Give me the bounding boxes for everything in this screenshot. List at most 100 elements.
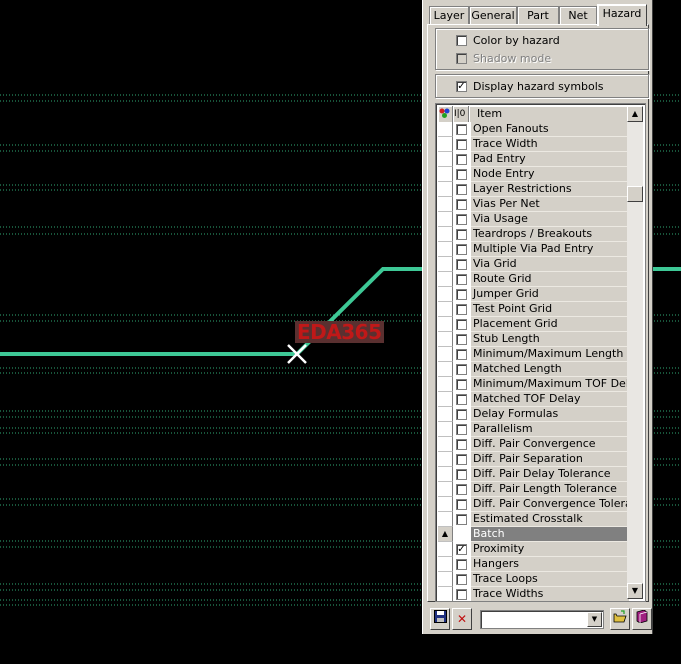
- color-swatch[interactable]: [438, 512, 453, 527]
- list-item-checkbox[interactable]: [456, 379, 467, 390]
- list-scrollbar[interactable]: ▲ ▼: [627, 106, 643, 599]
- list-item[interactable]: Node Entry: [438, 167, 629, 182]
- list-item-checkbox[interactable]: [456, 364, 467, 375]
- list-item-checkbox[interactable]: [456, 124, 467, 135]
- color-swatch[interactable]: [438, 437, 453, 452]
- tab-hazard[interactable]: Hazard: [597, 4, 647, 26]
- list-item-checkbox[interactable]: [456, 394, 467, 405]
- color-swatch[interactable]: [438, 332, 453, 347]
- list-item[interactable]: Pad Entry: [438, 152, 629, 167]
- color-swatch[interactable]: [438, 152, 453, 167]
- list-item[interactable]: Layer Restrictions: [438, 182, 629, 197]
- list-item[interactable]: Hangers: [438, 557, 629, 572]
- list-item-checkbox[interactable]: [456, 199, 467, 210]
- list-item[interactable]: Stub Length: [438, 332, 629, 347]
- list-item-checkbox[interactable]: [456, 169, 467, 180]
- color-swatch[interactable]: [438, 587, 453, 601]
- list-item-checkbox[interactable]: [456, 139, 467, 150]
- color-icon[interactable]: [438, 106, 453, 122]
- book-button[interactable]: [632, 608, 652, 630]
- color-swatch[interactable]: [438, 572, 453, 587]
- list-item[interactable]: Diff. Pair Delay Tolerance: [438, 467, 629, 482]
- color-swatch[interactable]: [438, 167, 453, 182]
- list-item-checkbox[interactable]: [456, 229, 467, 240]
- color-swatch[interactable]: [438, 452, 453, 467]
- list-item-checkbox[interactable]: [456, 289, 467, 300]
- color-swatch[interactable]: [438, 542, 453, 557]
- list-item-checkbox[interactable]: [456, 514, 467, 525]
- list-item[interactable]: Jumper Grid: [438, 287, 629, 302]
- list-item[interactable]: Placement Grid: [438, 317, 629, 332]
- color-swatch[interactable]: [438, 227, 453, 242]
- list-item[interactable]: Multiple Via Pad Entry: [438, 242, 629, 257]
- tab-layer[interactable]: Layer: [429, 6, 469, 24]
- color-swatch[interactable]: [438, 392, 453, 407]
- list-item[interactable]: Diff. Pair Length Tolerance: [438, 482, 629, 497]
- list-item[interactable]: Estimated Crosstalk: [438, 512, 629, 527]
- color-by-hazard-checkbox[interactable]: [456, 35, 467, 46]
- list-item-checkbox[interactable]: ✓: [456, 544, 467, 555]
- list-item-checkbox[interactable]: [456, 334, 467, 345]
- list-item-checkbox[interactable]: [456, 409, 467, 420]
- list-item[interactable]: ✓ Proximity: [438, 542, 629, 557]
- display-hazard-symbols-checkbox[interactable]: ✓: [456, 81, 467, 92]
- delete-button[interactable]: ✕: [452, 608, 472, 630]
- color-swatch[interactable]: [438, 257, 453, 272]
- color-swatch[interactable]: [438, 497, 453, 512]
- color-swatch[interactable]: [438, 182, 453, 197]
- tab-net[interactable]: Net: [559, 6, 597, 24]
- color-swatch[interactable]: [438, 272, 453, 287]
- list-item[interactable]: Via Grid: [438, 257, 629, 272]
- list-item[interactable]: Trace Loops: [438, 572, 629, 587]
- color-swatch[interactable]: [438, 557, 453, 572]
- color-swatch[interactable]: [438, 407, 453, 422]
- scroll-down-icon[interactable]: ▼: [627, 583, 643, 599]
- list-item-checkbox[interactable]: [456, 154, 467, 165]
- list-item-checkbox[interactable]: [456, 484, 467, 495]
- list-item[interactable]: Matched TOF Delay: [438, 392, 629, 407]
- visibility-column-header[interactable]: I|0: [453, 106, 469, 122]
- color-swatch[interactable]: [438, 362, 453, 377]
- list-item[interactable]: Route Grid: [438, 272, 629, 287]
- list-item[interactable]: Minimum/Maximum TOF Delay: [438, 377, 629, 392]
- color-swatch[interactable]: [438, 197, 453, 212]
- list-item[interactable]: Via Usage: [438, 212, 629, 227]
- list-item[interactable]: Diff. Pair Convergence: [438, 437, 629, 452]
- list-item-checkbox[interactable]: [456, 214, 467, 225]
- scheme-combo[interactable]: ▼: [480, 610, 604, 629]
- list-item[interactable]: Test Point Grid: [438, 302, 629, 317]
- color-swatch[interactable]: [438, 302, 453, 317]
- color-swatch[interactable]: [438, 287, 453, 302]
- color-swatch[interactable]: [438, 347, 453, 362]
- list-item[interactable]: Open Fanouts: [438, 122, 629, 137]
- open-button[interactable]: [610, 608, 630, 630]
- list-item[interactable]: Trace Widths: [438, 587, 629, 601]
- color-swatch[interactable]: [438, 122, 453, 137]
- list-group-row[interactable]: ▲ Batch: [438, 527, 629, 542]
- list-item-checkbox[interactable]: [456, 574, 467, 585]
- item-column-header[interactable]: Item: [469, 106, 629, 122]
- color-swatch[interactable]: [438, 242, 453, 257]
- list-item-checkbox[interactable]: [456, 244, 467, 255]
- color-swatch[interactable]: [438, 317, 453, 332]
- list-item[interactable]: Diff. Pair Convergence Toleran...: [438, 497, 629, 512]
- list-item[interactable]: Matched Length: [438, 362, 629, 377]
- list-item-checkbox[interactable]: [456, 499, 467, 510]
- color-swatch[interactable]: [438, 467, 453, 482]
- list-item-checkbox[interactable]: [456, 469, 467, 480]
- color-swatch[interactable]: [438, 482, 453, 497]
- list-item-checkbox[interactable]: [456, 424, 467, 435]
- scroll-thumb[interactable]: [627, 186, 643, 202]
- color-swatch[interactable]: [438, 422, 453, 437]
- list-item-checkbox[interactable]: [456, 184, 467, 195]
- color-swatch[interactable]: [438, 212, 453, 227]
- save-button[interactable]: [430, 608, 450, 630]
- color-swatch[interactable]: [438, 137, 453, 152]
- list-item-checkbox[interactable]: [456, 319, 467, 330]
- tab-part[interactable]: Part: [517, 6, 559, 24]
- list-item[interactable]: Minimum/Maximum Length: [438, 347, 629, 362]
- chevron-down-icon[interactable]: ▼: [587, 612, 602, 627]
- list-item[interactable]: Delay Formulas: [438, 407, 629, 422]
- list-item[interactable]: Teardrops / Breakouts: [438, 227, 629, 242]
- list-item-checkbox[interactable]: [456, 349, 467, 360]
